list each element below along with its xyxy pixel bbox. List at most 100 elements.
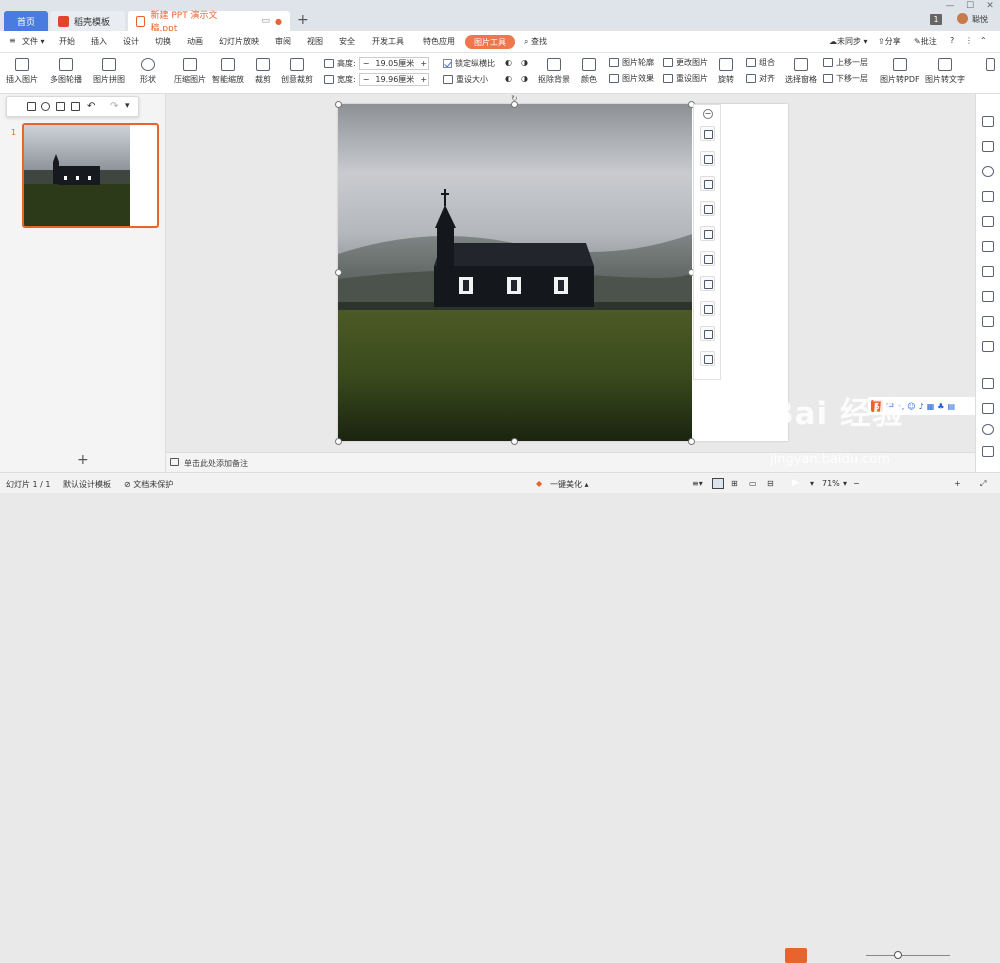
tab-document[interactable]: 新建 PPT 演示文稿.ppt ▭ ● xyxy=(128,11,290,34)
select-icon[interactable] xyxy=(982,116,994,127)
menu-transition[interactable]: 切换 xyxy=(155,36,171,47)
keyboard-icon[interactable]: ▦ xyxy=(927,402,935,411)
resize-handle-left[interactable] xyxy=(335,269,342,276)
collapse-ribbon-icon[interactable]: ⌃ xyxy=(980,36,987,45)
zoom-dropdown-icon[interactable]: ▾ xyxy=(843,479,847,488)
slide-thumbnail[interactable] xyxy=(22,123,159,228)
lock-ratio-checkbox[interactable]: 锁定纵横比 xyxy=(443,58,495,69)
compress-button[interactable]: 压缩图片 xyxy=(174,58,206,85)
new-tab-icon[interactable]: + xyxy=(297,12,309,28)
fit-window-icon[interactable]: ⤢ xyxy=(980,479,986,489)
tab-home[interactable]: 首页 xyxy=(4,11,48,31)
menu-review[interactable]: 审阅 xyxy=(275,36,291,47)
resize-handle-bottom[interactable] xyxy=(511,438,518,445)
outline-button[interactable]: 图片轮廓 xyxy=(609,57,654,68)
template-name[interactable]: 默认设计模板 xyxy=(63,479,111,490)
collapse-toolbar-icon[interactable]: − xyxy=(703,109,713,119)
menu-slideshow[interactable]: 幻灯片放映 xyxy=(219,36,259,47)
page-badge[interactable]: 1 xyxy=(930,14,942,25)
search-button[interactable]: ⌕ 查找 xyxy=(524,36,547,47)
resize-handle-tl[interactable] xyxy=(335,101,342,108)
reset-picture-button[interactable]: 重设图片 xyxy=(663,73,708,84)
reading-view-icon[interactable]: ▭ xyxy=(749,479,757,488)
collage-float-icon[interactable] xyxy=(700,201,715,216)
menu-animation[interactable]: 动画 xyxy=(187,36,203,47)
rotate-button[interactable]: 旋转 xyxy=(718,58,734,85)
select-pane-button[interactable]: 选择窗格 xyxy=(785,58,817,85)
to-pdf-button[interactable]: 图片转PDF xyxy=(880,58,920,85)
share-button[interactable]: ⇪分享 xyxy=(878,36,901,47)
menu-design[interactable]: 设计 xyxy=(123,36,139,47)
avatar[interactable] xyxy=(957,13,968,24)
brightness-down-icon[interactable]: ◐ xyxy=(505,74,512,83)
zoom-level[interactable]: 71% xyxy=(822,479,840,488)
menu-special[interactable]: 特色应用 xyxy=(423,36,455,47)
annotate-button[interactable]: ✎批注 xyxy=(914,36,937,47)
effect-button[interactable]: 图片效果 xyxy=(609,73,654,84)
beautify-button[interactable]: 一键美化 ▴ xyxy=(550,479,589,490)
animation-side-icon[interactable] xyxy=(982,316,994,327)
zoom-in-icon[interactable]: + xyxy=(954,479,961,488)
width-decrement[interactable]: − xyxy=(360,75,373,84)
zoom-out-icon[interactable]: − xyxy=(853,479,860,488)
user-name[interactable]: 聪悦 xyxy=(972,14,988,25)
picture-side-icon[interactable] xyxy=(982,216,994,227)
color-button[interactable]: 颜色 xyxy=(581,58,597,85)
group-button[interactable]: 组合 xyxy=(746,57,775,68)
picture-collage-button[interactable]: 图片拼图 xyxy=(93,58,125,85)
hamburger-icon[interactable]: ≡ xyxy=(9,36,16,45)
crop-float-icon[interactable] xyxy=(700,151,715,166)
height-increment[interactable]: + xyxy=(417,59,430,68)
smart-zoom-button[interactable]: 智能缩放 xyxy=(212,58,244,85)
undo-icon[interactable]: ↶ xyxy=(87,101,95,112)
play-button[interactable] xyxy=(785,948,807,963)
align-button[interactable]: 对齐 xyxy=(746,73,775,84)
sync-button[interactable]: ☁未同步 ▾ xyxy=(829,36,868,47)
print-icon[interactable] xyxy=(56,102,65,111)
replace-float-icon[interactable] xyxy=(700,276,715,291)
menu-picture-tool[interactable]: 图片工具 xyxy=(465,35,515,49)
compress-float-icon[interactable] xyxy=(700,326,715,341)
reset-size-button[interactable]: 重设大小 xyxy=(443,74,488,85)
fill-icon[interactable] xyxy=(982,191,994,202)
toolbox-icon[interactable]: ▤ xyxy=(947,402,955,411)
export-side-icon[interactable] xyxy=(982,341,994,352)
copy-float-icon[interactable] xyxy=(700,301,715,316)
crop-button[interactable]: 裁剪 xyxy=(255,58,271,85)
change-picture-button[interactable]: 更改图片 xyxy=(663,57,708,68)
width-input[interactable]: −19.96厘米 + xyxy=(358,73,430,86)
zoom-float-icon[interactable] xyxy=(700,226,715,241)
emoji-icon[interactable]: ☺ xyxy=(907,402,915,411)
notes-toggle-icon[interactable]: ≡▾ xyxy=(692,479,703,488)
add-slide-icon[interactable]: + xyxy=(77,452,89,468)
menu-start[interactable]: 开始 xyxy=(59,36,75,47)
zoom-slider-thumb[interactable] xyxy=(894,951,902,959)
protect-status[interactable]: ⊘ 文档未保护 xyxy=(124,479,173,490)
multi-outline-button[interactable]: 多图轮播 xyxy=(50,58,82,85)
screen-icon[interactable]: ▭ xyxy=(262,16,271,26)
copy-style-icon[interactable] xyxy=(982,141,994,152)
menu-devtools[interactable]: 开发工具 xyxy=(372,36,404,47)
normal-view-icon[interactable] xyxy=(712,478,724,489)
preview-icon[interactable] xyxy=(71,102,80,111)
minimize-icon[interactable]: — xyxy=(940,0,960,12)
play-options-icon[interactable]: ▾ xyxy=(810,479,814,488)
mic-icon[interactable]: ♪ xyxy=(919,402,924,411)
menu-insert[interactable]: 插入 xyxy=(91,36,107,47)
menu-file[interactable]: 文件 ▾ xyxy=(22,36,45,47)
customize-icon[interactable]: ▾ xyxy=(125,101,130,111)
selected-picture[interactable] xyxy=(338,104,692,441)
clarity-float-icon[interactable] xyxy=(700,251,715,266)
brightness-up-icon[interactable]: ◐ xyxy=(505,58,512,67)
more-ribbon-icon[interactable] xyxy=(986,58,995,74)
export-icon[interactable] xyxy=(41,102,50,111)
resize-handle-br[interactable] xyxy=(688,438,695,445)
bring-forward-button[interactable]: 上移一层 xyxy=(823,57,868,68)
menu-view[interactable]: 视图 xyxy=(307,36,323,47)
storage-side-icon[interactable] xyxy=(982,378,994,389)
maximize-icon[interactable]: ☐ xyxy=(960,0,980,12)
sorter-view-icon[interactable]: ⊞ xyxy=(731,479,738,488)
rotate-handle-icon[interactable]: ↻ xyxy=(511,94,518,103)
slideshow-view-icon[interactable]: ⊟ xyxy=(767,479,774,488)
width-increment[interactable]: + xyxy=(417,75,430,84)
